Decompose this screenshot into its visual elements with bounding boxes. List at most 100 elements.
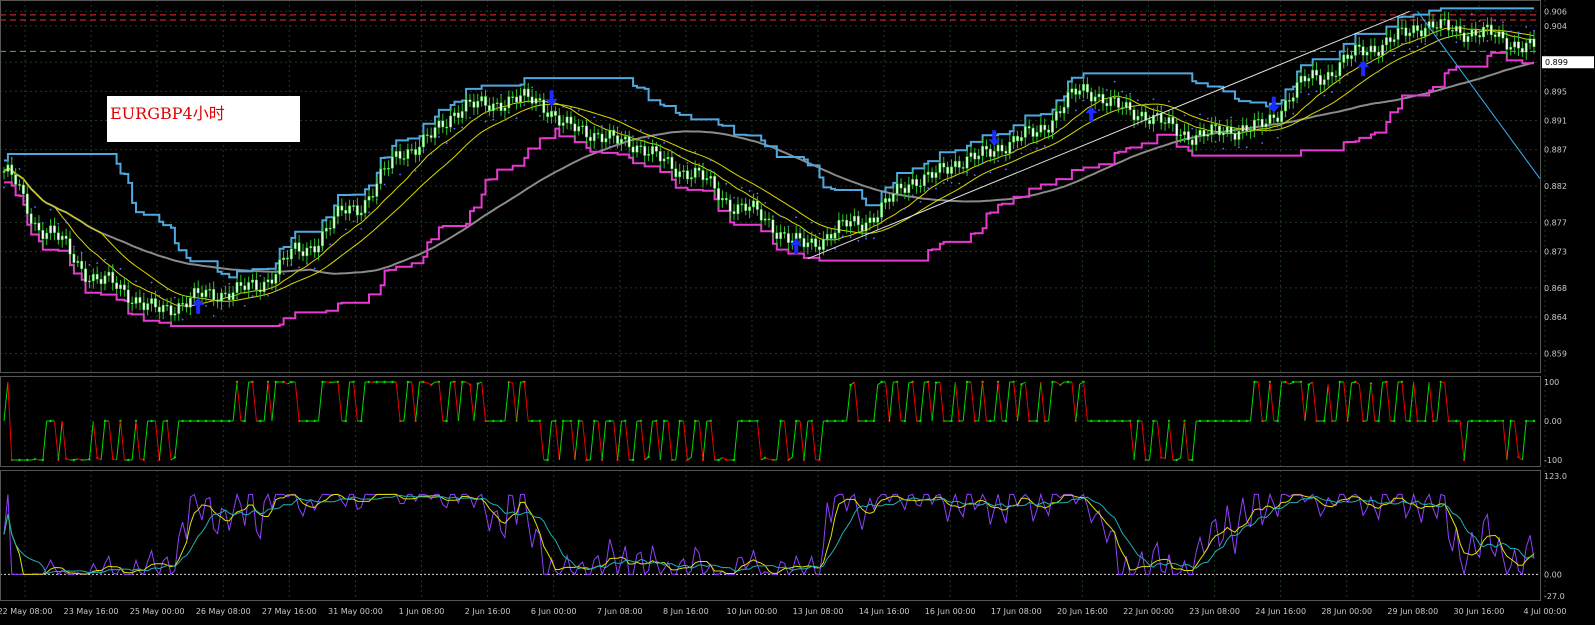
sar-dot [1214, 140, 1217, 143]
candle [1136, 115, 1140, 121]
trading-chart[interactable]: 0.906 0.904 0.899 0.895 0.891 0.887 0.882 0.877… [0, 0, 1595, 625]
time-label: 17 Jun 08:00 [991, 607, 1042, 616]
candle [631, 146, 635, 153]
candle [293, 242, 297, 250]
candle [103, 275, 107, 284]
sar-dot [251, 295, 254, 297]
candle [1140, 111, 1144, 117]
candle [359, 212, 363, 216]
candle [546, 112, 550, 118]
sar-dot [212, 315, 215, 317]
candle [1431, 21, 1435, 28]
sar-dot [531, 86, 534, 89]
candle [332, 216, 336, 229]
candle [1086, 84, 1089, 93]
candle [1023, 126, 1027, 138]
candle [154, 298, 157, 308]
stochastic-line [271, 381, 277, 422]
candle [348, 205, 352, 214]
candle [1458, 25, 1462, 34]
candle [177, 303, 181, 314]
stochastic-line [1401, 381, 1407, 422]
candle [693, 167, 697, 178]
candle [814, 238, 818, 248]
sar-dot [1237, 146, 1240, 149]
candle [499, 102, 503, 112]
stochastic-line [100, 420, 106, 461]
stochastic-line [853, 381, 859, 422]
candle [919, 185, 922, 188]
candle [185, 303, 188, 308]
sar-dot [1152, 98, 1155, 101]
stochastic-line [395, 381, 401, 422]
candle [363, 199, 367, 214]
sar-dot [228, 282, 231, 285]
candle [449, 115, 452, 128]
candle [398, 151, 402, 159]
candle [1260, 118, 1264, 128]
sar-dot [360, 228, 363, 230]
candle [68, 238, 72, 255]
stochastic-line [1269, 381, 1275, 422]
candle [188, 297, 192, 308]
candle [1035, 132, 1039, 137]
candle [783, 232, 786, 234]
sar-dot [1144, 103, 1147, 105]
candle [355, 205, 359, 216]
stochastic-line [1021, 381, 1026, 385]
candle [480, 96, 484, 102]
candle [581, 125, 585, 128]
stochastic-line [698, 420, 704, 461]
sar-dot [686, 162, 689, 164]
candle [670, 156, 674, 169]
candle [278, 259, 282, 275]
time-label: 30 Jun 16:00 [1453, 607, 1504, 616]
sar-dot [764, 201, 767, 204]
candle [150, 298, 153, 304]
candle [45, 232, 49, 240]
stochastic-line [1048, 381, 1053, 422]
candle [433, 127, 437, 138]
candle [957, 160, 961, 168]
candle [223, 292, 227, 295]
stochastic-line [1459, 420, 1465, 461]
candle [1485, 24, 1489, 28]
candle [1439, 19, 1443, 29]
sar-dot [1245, 146, 1248, 148]
candle [1237, 131, 1241, 140]
sar-dot [709, 159, 712, 162]
price-tick-label: 0.906 [1544, 7, 1567, 16]
candle [787, 233, 790, 243]
candle [1284, 100, 1287, 112]
sar-dot [725, 182, 728, 185]
candle [239, 282, 243, 286]
stochastic-line [935, 381, 940, 384]
candle [1369, 45, 1373, 53]
sar-dot [57, 222, 60, 225]
stochastic-line [718, 457, 723, 461]
candle [1307, 77, 1311, 82]
candle [286, 257, 289, 260]
candle [530, 96, 534, 104]
stochastic-line [267, 381, 273, 422]
candle [1330, 71, 1334, 77]
sar-dot [872, 237, 875, 240]
candle [872, 217, 876, 223]
sar-dot [1509, 30, 1512, 33]
stochastic-line [481, 381, 487, 422]
sar-dot [1307, 93, 1310, 96]
candle [515, 96, 518, 103]
candle [1202, 130, 1206, 137]
stochastic-line [655, 420, 661, 461]
time-label: 22 Jun 00:00 [1123, 607, 1174, 616]
stochastic-line [42, 420, 48, 461]
stochastic-line [1017, 384, 1022, 422]
sar-dot [142, 292, 145, 295]
stochastic-line [659, 420, 665, 461]
stochastic-line [667, 420, 673, 461]
candle [99, 278, 103, 284]
candle [651, 146, 654, 155]
sar-dot [1004, 168, 1007, 171]
candle [1299, 75, 1303, 83]
candle [550, 110, 553, 118]
